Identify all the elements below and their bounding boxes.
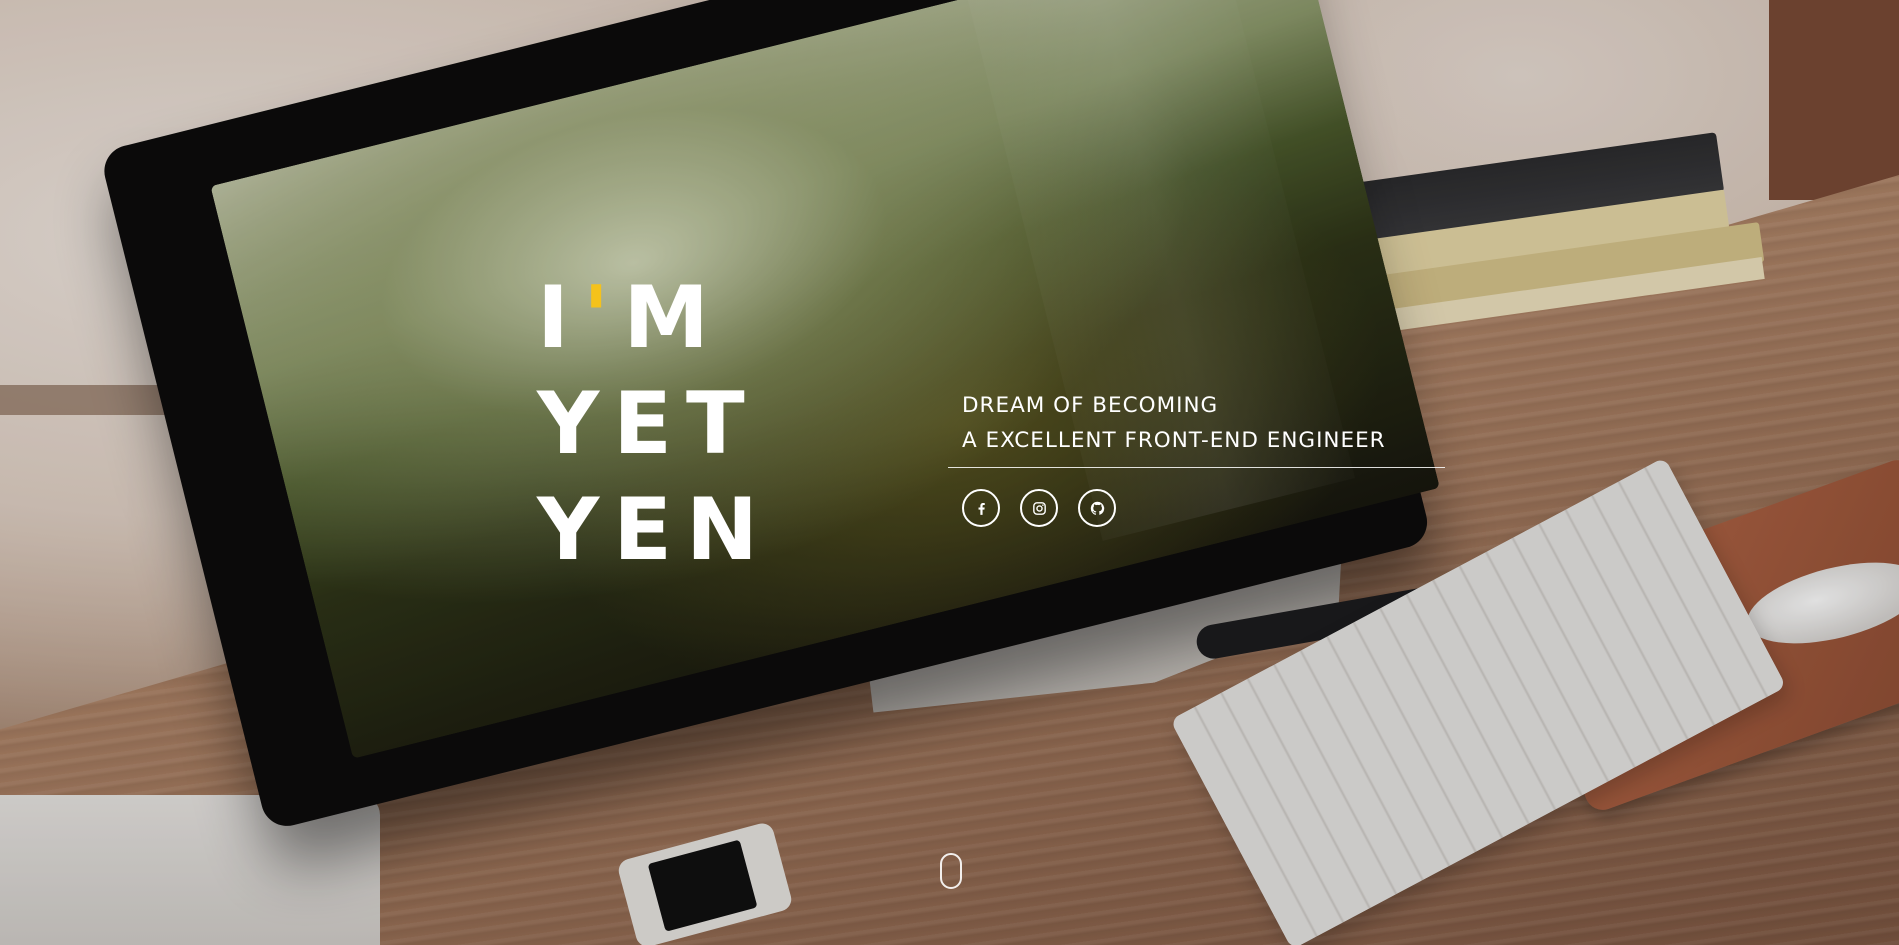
hero-background-photo	[0, 0, 1899, 945]
github-icon	[1090, 501, 1104, 515]
tagline-line-1: DREAM OF BECOMING	[962, 393, 1219, 418]
mouse-scroll-icon[interactable]	[940, 853, 962, 889]
github-link[interactable]	[1078, 489, 1116, 527]
hero-title-line-1: I'M	[537, 268, 723, 368]
tagline-line-2: A EXCELLENT FRONT-END ENGINEER	[962, 428, 1386, 453]
tagline: DREAM OF BECOMING A EXCELLENT FRONT-END …	[962, 388, 1386, 458]
hero-title-line-3: YEN	[537, 480, 772, 580]
facebook-icon	[978, 502, 985, 515]
facebook-link[interactable]	[962, 489, 1000, 527]
divider	[948, 467, 1445, 468]
instagram-link[interactable]	[1020, 489, 1058, 527]
social-links	[962, 489, 1116, 527]
apostrophe-accent: '	[583, 268, 624, 368]
instagram-icon	[1032, 501, 1046, 515]
hero-title: I'M YET YEN	[537, 265, 772, 583]
hero-title-line-2: YET	[537, 374, 759, 474]
